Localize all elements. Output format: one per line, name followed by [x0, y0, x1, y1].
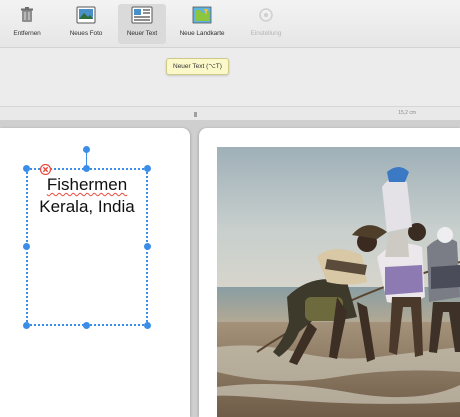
resize-handle-top[interactable] [83, 165, 90, 172]
remove-label: Entfernen [13, 30, 41, 37]
resize-handle-left[interactable] [23, 243, 30, 250]
tooltip: Neuer Text (⌥T) [166, 58, 229, 75]
settings-button[interactable]: Einstellung [244, 4, 288, 44]
trash-icon [16, 4, 38, 26]
text-icon [131, 4, 153, 26]
settings-icon [255, 4, 277, 26]
settings-label: Einstellung [250, 30, 282, 37]
new-map-label: Neue Landkarte [179, 30, 225, 37]
caption-line-2: Kerala, India [39, 197, 135, 216]
delete-textbox-button[interactable] [39, 162, 52, 176]
resize-handle-top-left[interactable] [23, 165, 30, 172]
new-text-label: Neuer Text [126, 30, 158, 37]
toolbar: Entfernen Neues Foto Neuer Text Neue Lan… [0, 0, 460, 48]
ruler: 15,2 cm [0, 106, 460, 120]
textbox-caption[interactable]: Fishermen Kerala, India [28, 174, 146, 218]
new-photo-label: Neues Foto [69, 30, 103, 37]
ruler-measurement: 15,2 cm [398, 110, 416, 116]
map-icon [191, 4, 213, 26]
caption-line-1: Fishermen [46, 175, 128, 194]
resize-handle-bottom-right[interactable] [144, 322, 151, 329]
rotation-handle[interactable] [83, 146, 90, 153]
resize-handle-right[interactable] [144, 243, 151, 250]
fishermen-photo[interactable] [217, 147, 460, 417]
resize-handle-top-right[interactable] [144, 165, 151, 172]
new-text-button[interactable]: Neuer Text [118, 4, 166, 44]
photo-icon [75, 4, 97, 26]
resize-handle-bottom[interactable] [83, 322, 90, 329]
ruler-marker[interactable] [194, 112, 197, 117]
new-map-button[interactable]: Neue Landkarte [172, 4, 232, 44]
new-photo-button[interactable]: Neues Foto [66, 4, 106, 44]
resize-handle-bottom-left[interactable] [23, 322, 30, 329]
remove-button[interactable]: Entfernen [12, 4, 42, 44]
